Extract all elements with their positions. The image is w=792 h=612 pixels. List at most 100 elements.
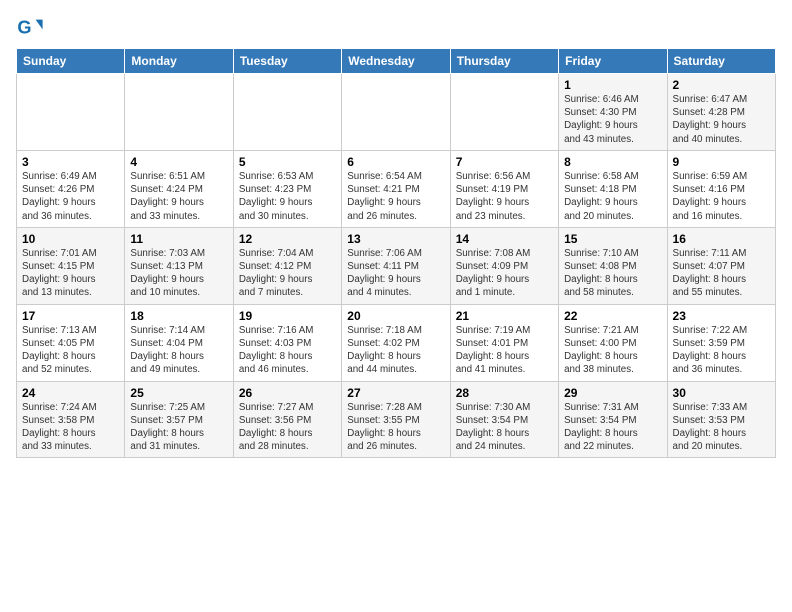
day-number: 7 xyxy=(456,155,553,169)
day-number: 8 xyxy=(564,155,661,169)
day-number: 14 xyxy=(456,232,553,246)
day-info: Sunrise: 6:49 AM Sunset: 4:26 PM Dayligh… xyxy=(22,170,119,223)
col-header-wednesday: Wednesday xyxy=(342,49,450,74)
day-info: Sunrise: 7:28 AM Sunset: 3:55 PM Dayligh… xyxy=(347,401,444,454)
day-info: Sunrise: 6:47 AM Sunset: 4:28 PM Dayligh… xyxy=(673,93,770,146)
day-info: Sunrise: 7:11 AM Sunset: 4:07 PM Dayligh… xyxy=(673,247,770,300)
day-number: 29 xyxy=(564,386,661,400)
day-info: Sunrise: 7:27 AM Sunset: 3:56 PM Dayligh… xyxy=(239,401,336,454)
page: G SundayMondayTuesdayWednesdayThursdayFr… xyxy=(0,0,792,612)
day-info: Sunrise: 7:06 AM Sunset: 4:11 PM Dayligh… xyxy=(347,247,444,300)
day-number: 2 xyxy=(673,78,770,92)
day-number: 27 xyxy=(347,386,444,400)
day-cell xyxy=(17,74,125,151)
day-cell: 22Sunrise: 7:21 AM Sunset: 4:00 PM Dayli… xyxy=(559,304,667,381)
day-number: 9 xyxy=(673,155,770,169)
day-number: 5 xyxy=(239,155,336,169)
col-header-sunday: Sunday xyxy=(17,49,125,74)
day-cell: 13Sunrise: 7:06 AM Sunset: 4:11 PM Dayli… xyxy=(342,227,450,304)
week-row-5: 24Sunrise: 7:24 AM Sunset: 3:58 PM Dayli… xyxy=(17,381,776,458)
day-number: 6 xyxy=(347,155,444,169)
day-cell xyxy=(342,74,450,151)
day-number: 19 xyxy=(239,309,336,323)
day-number: 1 xyxy=(564,78,661,92)
svg-text:G: G xyxy=(17,18,31,38)
day-info: Sunrise: 7:31 AM Sunset: 3:54 PM Dayligh… xyxy=(564,401,661,454)
day-info: Sunrise: 7:16 AM Sunset: 4:03 PM Dayligh… xyxy=(239,324,336,377)
day-cell: 2Sunrise: 6:47 AM Sunset: 4:28 PM Daylig… xyxy=(667,74,775,151)
day-info: Sunrise: 7:14 AM Sunset: 4:04 PM Dayligh… xyxy=(130,324,227,377)
day-number: 25 xyxy=(130,386,227,400)
day-cell: 16Sunrise: 7:11 AM Sunset: 4:07 PM Dayli… xyxy=(667,227,775,304)
day-number: 10 xyxy=(22,232,119,246)
day-cell: 5Sunrise: 6:53 AM Sunset: 4:23 PM Daylig… xyxy=(233,150,341,227)
week-row-4: 17Sunrise: 7:13 AM Sunset: 4:05 PM Dayli… xyxy=(17,304,776,381)
day-info: Sunrise: 7:19 AM Sunset: 4:01 PM Dayligh… xyxy=(456,324,553,377)
logo-icon: G xyxy=(16,14,44,42)
day-cell: 11Sunrise: 7:03 AM Sunset: 4:13 PM Dayli… xyxy=(125,227,233,304)
day-info: Sunrise: 7:33 AM Sunset: 3:53 PM Dayligh… xyxy=(673,401,770,454)
day-number: 18 xyxy=(130,309,227,323)
day-cell: 29Sunrise: 7:31 AM Sunset: 3:54 PM Dayli… xyxy=(559,381,667,458)
col-header-saturday: Saturday xyxy=(667,49,775,74)
day-info: Sunrise: 6:46 AM Sunset: 4:30 PM Dayligh… xyxy=(564,93,661,146)
day-info: Sunrise: 7:08 AM Sunset: 4:09 PM Dayligh… xyxy=(456,247,553,300)
day-cell: 12Sunrise: 7:04 AM Sunset: 4:12 PM Dayli… xyxy=(233,227,341,304)
day-number: 26 xyxy=(239,386,336,400)
day-cell: 7Sunrise: 6:56 AM Sunset: 4:19 PM Daylig… xyxy=(450,150,558,227)
day-cell: 10Sunrise: 7:01 AM Sunset: 4:15 PM Dayli… xyxy=(17,227,125,304)
day-cell: 4Sunrise: 6:51 AM Sunset: 4:24 PM Daylig… xyxy=(125,150,233,227)
logo: G xyxy=(16,14,48,42)
day-cell: 30Sunrise: 7:33 AM Sunset: 3:53 PM Dayli… xyxy=(667,381,775,458)
day-info: Sunrise: 7:01 AM Sunset: 4:15 PM Dayligh… xyxy=(22,247,119,300)
day-cell: 23Sunrise: 7:22 AM Sunset: 3:59 PM Dayli… xyxy=(667,304,775,381)
week-row-1: 1Sunrise: 6:46 AM Sunset: 4:30 PM Daylig… xyxy=(17,74,776,151)
day-cell: 8Sunrise: 6:58 AM Sunset: 4:18 PM Daylig… xyxy=(559,150,667,227)
day-info: Sunrise: 7:21 AM Sunset: 4:00 PM Dayligh… xyxy=(564,324,661,377)
day-cell xyxy=(233,74,341,151)
day-cell xyxy=(125,74,233,151)
day-info: Sunrise: 6:59 AM Sunset: 4:16 PM Dayligh… xyxy=(673,170,770,223)
day-cell: 15Sunrise: 7:10 AM Sunset: 4:08 PM Dayli… xyxy=(559,227,667,304)
day-info: Sunrise: 7:24 AM Sunset: 3:58 PM Dayligh… xyxy=(22,401,119,454)
day-cell: 20Sunrise: 7:18 AM Sunset: 4:02 PM Dayli… xyxy=(342,304,450,381)
day-cell: 6Sunrise: 6:54 AM Sunset: 4:21 PM Daylig… xyxy=(342,150,450,227)
day-number: 24 xyxy=(22,386,119,400)
day-cell: 19Sunrise: 7:16 AM Sunset: 4:03 PM Dayli… xyxy=(233,304,341,381)
day-cell: 14Sunrise: 7:08 AM Sunset: 4:09 PM Dayli… xyxy=(450,227,558,304)
day-number: 30 xyxy=(673,386,770,400)
day-number: 20 xyxy=(347,309,444,323)
day-info: Sunrise: 7:13 AM Sunset: 4:05 PM Dayligh… xyxy=(22,324,119,377)
day-cell: 3Sunrise: 6:49 AM Sunset: 4:26 PM Daylig… xyxy=(17,150,125,227)
day-cell: 26Sunrise: 7:27 AM Sunset: 3:56 PM Dayli… xyxy=(233,381,341,458)
day-cell: 24Sunrise: 7:24 AM Sunset: 3:58 PM Dayli… xyxy=(17,381,125,458)
day-cell: 17Sunrise: 7:13 AM Sunset: 4:05 PM Dayli… xyxy=(17,304,125,381)
day-cell: 27Sunrise: 7:28 AM Sunset: 3:55 PM Dayli… xyxy=(342,381,450,458)
day-info: Sunrise: 6:53 AM Sunset: 4:23 PM Dayligh… xyxy=(239,170,336,223)
col-header-thursday: Thursday xyxy=(450,49,558,74)
day-number: 23 xyxy=(673,309,770,323)
day-number: 15 xyxy=(564,232,661,246)
day-number: 28 xyxy=(456,386,553,400)
day-number: 22 xyxy=(564,309,661,323)
day-cell: 21Sunrise: 7:19 AM Sunset: 4:01 PM Dayli… xyxy=(450,304,558,381)
day-number: 16 xyxy=(673,232,770,246)
col-header-monday: Monday xyxy=(125,49,233,74)
day-info: Sunrise: 7:18 AM Sunset: 4:02 PM Dayligh… xyxy=(347,324,444,377)
day-cell: 25Sunrise: 7:25 AM Sunset: 3:57 PM Dayli… xyxy=(125,381,233,458)
day-info: Sunrise: 7:04 AM Sunset: 4:12 PM Dayligh… xyxy=(239,247,336,300)
day-info: Sunrise: 7:25 AM Sunset: 3:57 PM Dayligh… xyxy=(130,401,227,454)
day-number: 21 xyxy=(456,309,553,323)
day-number: 3 xyxy=(22,155,119,169)
day-number: 4 xyxy=(130,155,227,169)
week-row-2: 3Sunrise: 6:49 AM Sunset: 4:26 PM Daylig… xyxy=(17,150,776,227)
day-info: Sunrise: 6:58 AM Sunset: 4:18 PM Dayligh… xyxy=(564,170,661,223)
day-info: Sunrise: 6:54 AM Sunset: 4:21 PM Dayligh… xyxy=(347,170,444,223)
day-cell: 9Sunrise: 6:59 AM Sunset: 4:16 PM Daylig… xyxy=(667,150,775,227)
calendar: SundayMondayTuesdayWednesdayThursdayFrid… xyxy=(16,48,776,458)
day-number: 13 xyxy=(347,232,444,246)
day-info: Sunrise: 6:51 AM Sunset: 4:24 PM Dayligh… xyxy=(130,170,227,223)
day-info: Sunrise: 6:56 AM Sunset: 4:19 PM Dayligh… xyxy=(456,170,553,223)
day-cell: 18Sunrise: 7:14 AM Sunset: 4:04 PM Dayli… xyxy=(125,304,233,381)
day-number: 17 xyxy=(22,309,119,323)
